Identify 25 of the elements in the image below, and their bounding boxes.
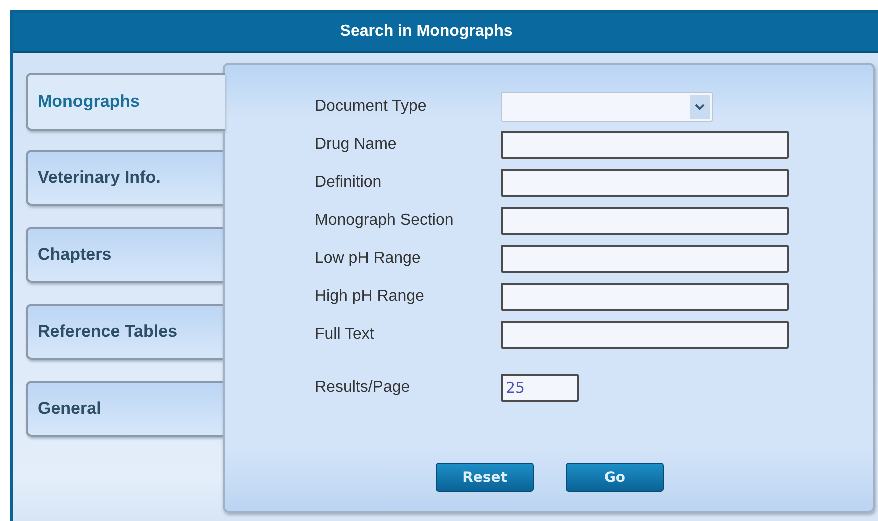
input-field[interactable] <box>501 207 789 235</box>
input-field[interactable] <box>501 131 789 159</box>
input-field[interactable]: 25 <box>501 374 579 402</box>
side-tab[interactable]: Chapters <box>26 227 223 283</box>
field-label: Drug Name <box>315 136 398 154</box>
input-field[interactable] <box>501 245 789 273</box>
action-button[interactable]: Reset <box>436 463 534 492</box>
field-label: Monograph Section <box>315 212 455 230</box>
dropdown-field[interactable] <box>501 92 713 122</box>
field-label: Definition <box>315 174 383 192</box>
field-label: Document Type <box>315 98 428 116</box>
field-label: High pH Range <box>315 288 426 306</box>
input-field[interactable] <box>501 169 789 197</box>
window-title: Search in Monographs <box>13 13 878 53</box>
side-tab[interactable]: Reference Tables <box>26 304 223 360</box>
action-button[interactable]: Go <box>566 463 664 492</box>
side-tab[interactable]: Monographs <box>26 73 225 131</box>
side-tab[interactable]: General <box>26 381 223 437</box>
caret-icon <box>690 95 710 119</box>
field-label: Full Text <box>315 326 376 344</box>
input-field[interactable] <box>501 283 789 311</box>
side-tab[interactable]: Veterinary Info. <box>26 150 223 206</box>
field-label: Low pH Range <box>315 250 422 268</box>
field-label: Results/Page <box>315 379 412 397</box>
input-field[interactable] <box>501 321 789 349</box>
